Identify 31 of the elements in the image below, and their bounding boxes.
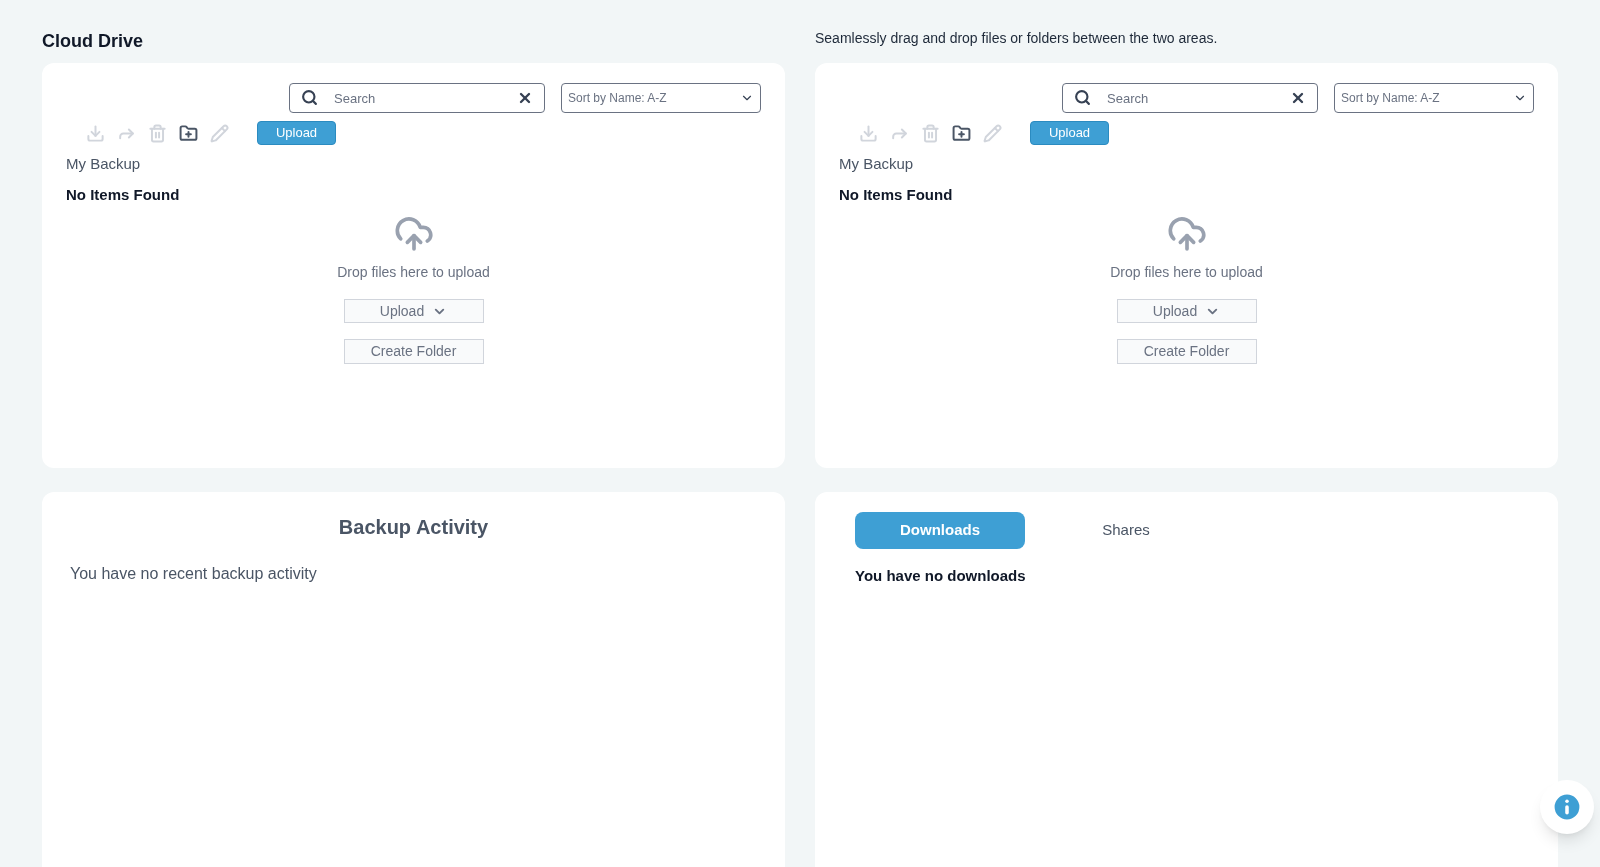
upload-menu-button[interactable]: Upload <box>343 299 484 323</box>
search-field[interactable]: Search <box>289 83 545 113</box>
drop-hint: Drop files here to upload <box>337 263 490 282</box>
cloud-upload-icon <box>393 214 434 254</box>
tab[interactable]: Shares <box>1041 512 1211 549</box>
clear-icon[interactable] <box>517 90 533 106</box>
search-icon <box>1074 89 1091 106</box>
upload-button[interactable]: Upload <box>257 121 336 145</box>
create-folder-button[interactable]: Create Folder <box>1116 339 1257 364</box>
create-folder-button[interactable]: Create Folder <box>343 339 484 364</box>
search-field[interactable]: Search <box>1062 83 1318 113</box>
panel-title: Backup Activity <box>338 515 489 540</box>
sort-select[interactable]: Sort by Name: A-Z <box>1334 83 1534 113</box>
folder-plus-icon[interactable] <box>179 123 198 143</box>
upload-button[interactable]: Upload <box>1030 121 1109 145</box>
activity-message: You have no recent backup activity <box>70 564 317 584</box>
clear-icon[interactable] <box>1290 90 1306 106</box>
search-icon <box>301 89 318 106</box>
folder-plus-icon[interactable] <box>952 123 971 143</box>
empty-title: No Items Found <box>66 184 180 205</box>
page-title: Cloud Drive <box>42 30 144 53</box>
tab[interactable]: Downloads <box>855 512 1025 549</box>
transfers-message: You have no downloads <box>855 566 1026 586</box>
upload-menu-button[interactable]: Upload <box>1116 299 1257 323</box>
breadcrumb[interactable]: My Backup <box>839 153 914 176</box>
empty-title: No Items Found <box>839 184 953 205</box>
cloud-upload-icon <box>1166 214 1207 254</box>
breadcrumb[interactable]: My Backup <box>66 153 141 176</box>
hint-text: Seamlessly drag and drop files or folders between the two areas. <box>815 29 1219 48</box>
drop-hint: Drop files here to upload <box>1110 263 1263 282</box>
sort-select[interactable]: Sort by Name: A-Z <box>561 83 761 113</box>
